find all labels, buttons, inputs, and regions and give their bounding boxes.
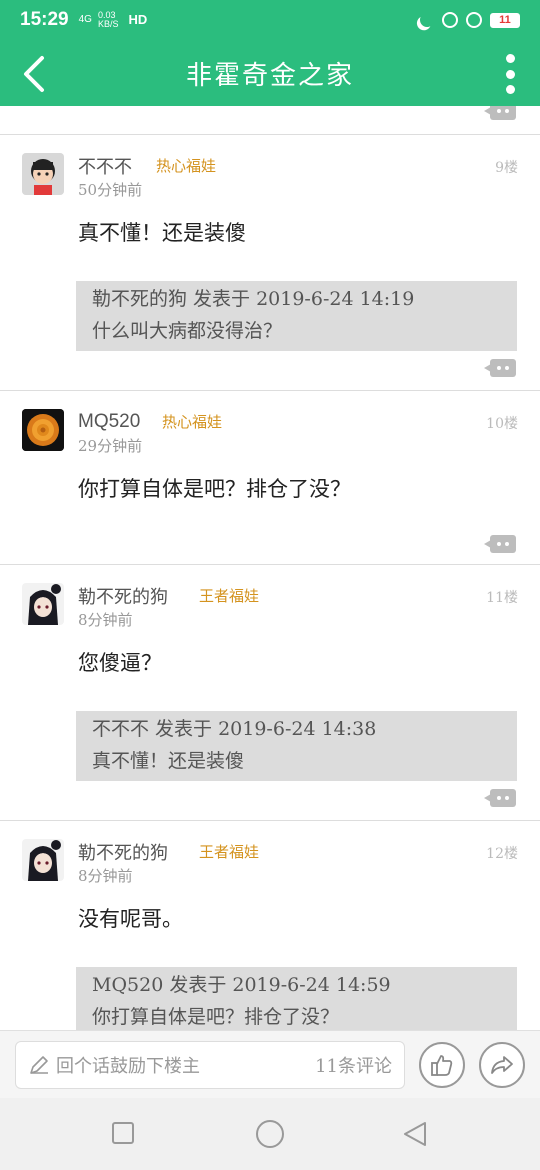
avatar[interactable]: [22, 583, 64, 625]
square-nav-icon[interactable]: [112, 1122, 134, 1144]
quote-header: 不不不 发表于 2019-6-24 14:38: [92, 718, 377, 740]
floor-number: 12楼: [486, 846, 518, 862]
hd-indicator: HD: [128, 12, 148, 27]
post-content: 没有呢哥。: [78, 907, 183, 931]
avatar-image: [22, 583, 64, 625]
user-badge: 热心福娃: [162, 413, 223, 431]
quote-block: 不不不 发表于 2019-6-24 14:38 真不懂！还是装傻: [76, 711, 517, 781]
page-title: 非霍奇金之家: [185, 60, 354, 91]
avatar[interactable]: [22, 153, 64, 195]
thumb-up-icon: [431, 1055, 453, 1076]
post-floor-12: 勒不死的狗 王者福娃 12楼 8分钟前 没有呢哥。 MQ520 发表于 2019…: [0, 821, 540, 1030]
more-vert-icon: [505, 54, 515, 63]
user-badge: 王者福娃: [199, 843, 260, 861]
quote-block: 勒不死的狗 发表于 2019-6-24 14:19 什么叫大病都没得治？: [76, 281, 517, 351]
quote-text: 真不懂！还是装傻: [92, 750, 245, 772]
post-time: 50分钟前: [78, 181, 143, 199]
circle-nav-icon[interactable]: [256, 1120, 284, 1148]
post-time: 8分钟前: [78, 611, 133, 629]
post-floor-9: 不不不 热心福娃 9楼 50分钟前 真不懂！还是装傻 勒不死的狗 发表于 201…: [0, 135, 540, 390]
floor-number: 9楼: [495, 160, 518, 176]
more-dot: [505, 69, 515, 79]
quote-text: 你打算自体是吧？排仓了没？: [92, 1006, 340, 1028]
battery-icon: 11: [490, 12, 520, 28]
user-badge: 热心福娃: [156, 157, 217, 175]
app-bar: 非霍奇金之家: [0, 40, 540, 106]
comment-icon[interactable]: [484, 535, 516, 553]
more-dot: [505, 85, 515, 94]
triangle-nav-icon[interactable]: [402, 1120, 428, 1148]
comment-count[interactable]: 11条评论: [315, 1052, 392, 1078]
avatar-image: [22, 409, 64, 451]
reply-input[interactable]: 回个话鼓励下楼主 11条评论: [15, 1041, 405, 1089]
back-arrow-icon: [24, 56, 44, 92]
network-speed: 0.03 KB/S: [98, 11, 119, 29]
more-button[interactable]: [502, 54, 518, 94]
network-indicator: 4G: [78, 14, 92, 25]
username[interactable]: 不不不: [78, 153, 132, 179]
previous-post-tail: [0, 106, 540, 134]
pencil-icon: [30, 1056, 48, 1074]
back-button[interactable]: [18, 54, 54, 94]
like-button[interactable]: [419, 1042, 465, 1088]
comment-icon[interactable]: [484, 789, 516, 807]
username[interactable]: 勒不死的狗: [78, 583, 168, 609]
status-time: 15:29: [20, 9, 69, 30]
avatar-image: [22, 839, 64, 881]
quote-block: MQ520 发表于 2019-6-24 14:59 你打算自体是吧？排仓了没？: [76, 967, 517, 1030]
avatar-image: [22, 153, 64, 195]
post-content: 真不懂！还是装傻: [78, 221, 246, 245]
floor-number: 11楼: [486, 590, 518, 606]
post-content: 你打算自体是吧？排仓了没？: [78, 477, 351, 501]
reply-bar: 回个话鼓励下楼主 11条评论: [0, 1030, 540, 1098]
avatar[interactable]: [22, 839, 64, 881]
comment-icon[interactable]: [484, 106, 516, 120]
post-content: 您傻逼？: [78, 651, 162, 675]
floor-number: 10楼: [486, 416, 518, 432]
share-button[interactable]: [479, 1042, 525, 1088]
share-icon: [491, 1056, 513, 1074]
username[interactable]: 勒不死的狗: [78, 839, 168, 865]
speed-unit: KB/S: [97, 19, 119, 29]
post-time: 8分钟前: [78, 867, 133, 885]
moon-icon: [418, 11, 436, 29]
avatar[interactable]: [22, 409, 64, 451]
quote-header: MQ520 发表于 2019-6-24 14:59: [92, 974, 391, 996]
quote-text: 什么叫大病都没得治？: [92, 320, 283, 342]
comment-feed[interactable]: 不不不 热心福娃 9楼 50分钟前 真不懂！还是装傻 勒不死的狗 发表于 201…: [0, 106, 540, 1030]
battery-level: 11: [499, 14, 511, 26]
alarm-icon: [466, 12, 482, 28]
username[interactable]: MQ520: [78, 411, 140, 433]
post-time: 29分钟前: [78, 437, 143, 455]
comment-icon[interactable]: [484, 359, 516, 377]
lock-rotation-icon: [442, 12, 458, 28]
user-badge: 王者福娃: [199, 587, 260, 605]
quote-header: 勒不死的狗 发表于 2019-6-24 14:19: [92, 288, 415, 310]
status-bar: 15:29 4G 0.03 KB/S HD 11: [0, 0, 540, 40]
reply-placeholder: 回个话鼓励下楼主: [56, 1056, 200, 1077]
system-nav-bar: [0, 1098, 540, 1170]
post-floor-11: 勒不死的狗 王者福娃 11楼 8分钟前 您傻逼？ 不不不 发表于 2019-6-…: [0, 565, 540, 820]
post-floor-10: MQ520 热心福娃 10楼 29分钟前 你打算自体是吧？排仓了没？: [0, 391, 540, 564]
